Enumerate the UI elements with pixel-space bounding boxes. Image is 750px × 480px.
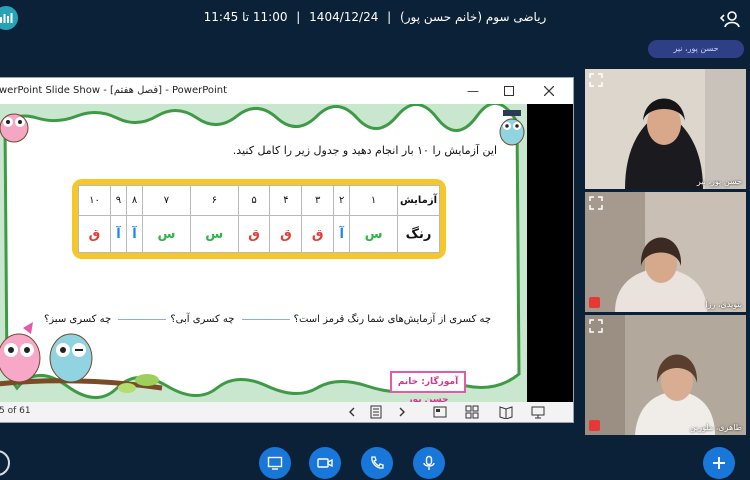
- trial-number: ۱۰: [78, 184, 111, 217]
- camera-button[interactable]: [309, 447, 341, 479]
- maximize-button[interactable]: [491, 78, 527, 104]
- trial-number: ۶: [189, 184, 239, 217]
- table-row-trials: آزمایش ۱ ۲ ۳ ۴ ۵ ۶ ۷ ۸ ۹ ۱۰: [78, 184, 440, 217]
- participant-photo: [585, 315, 746, 435]
- table-header-label: آزمایش: [397, 184, 440, 217]
- result-letter: س: [189, 215, 239, 253]
- previous-slide-button[interactable]: [345, 404, 359, 420]
- screen-share-icon: [267, 456, 283, 470]
- trial-number: ۹: [109, 184, 128, 217]
- microphone-icon: [423, 455, 435, 470]
- slideshow-view-icon[interactable]: [531, 405, 545, 419]
- slide: این آزمایش را ۱۰ بار انجام دهید و جدول ز…: [0, 104, 527, 402]
- screen-share-button[interactable]: [259, 447, 291, 479]
- question-blue: چه کسری آبی؟: [170, 314, 235, 325]
- title-separator-2: |: [296, 10, 301, 24]
- owl-teal-icon: [499, 110, 525, 146]
- participant-photo: [585, 69, 746, 189]
- next-slide-button[interactable]: [395, 404, 409, 420]
- participant-video[interactable]: بنویدی، رزا: [585, 192, 746, 312]
- mic-muted-icon: [589, 297, 600, 308]
- mic-muted-icon: [589, 420, 600, 431]
- trial-number: ۸: [125, 184, 144, 217]
- close-button[interactable]: [531, 78, 567, 104]
- chevron-right-icon: [399, 407, 405, 417]
- participant-photo: [585, 192, 746, 312]
- meeting-subject: ریاضی سوم (خانم حسن پور): [400, 10, 547, 24]
- participant-name: بنویدی، رزا: [705, 300, 742, 309]
- window-title: werPoint Slide Show - [فصل هفتم] - Power…: [0, 85, 228, 96]
- slide-side-panel: [527, 104, 573, 402]
- owls-on-branch-icon: [0, 322, 163, 393]
- maximize-icon: [504, 86, 514, 96]
- trial-number: ۱: [349, 184, 398, 217]
- leave-meeting-button[interactable]: [0, 450, 10, 476]
- meeting-date: 1404/12/24: [309, 10, 379, 24]
- slide-sorter-icon[interactable]: [369, 405, 383, 419]
- owl-pink-icon: [0, 113, 29, 143]
- trial-number: ۲: [333, 184, 351, 217]
- minimize-button[interactable]: —: [455, 78, 491, 104]
- result-letter: ق: [301, 215, 335, 253]
- slide-counter: 5 of 61: [0, 406, 31, 416]
- title-separator: |: [387, 10, 392, 24]
- participant-name: طاهری، ملورین: [689, 423, 742, 432]
- experiment-table: آزمایش ۱ ۲ ۳ ۴ ۵ ۶ ۷ ۸ ۹ ۱۰ رنگ س آ ق ق …: [78, 184, 440, 253]
- call-button[interactable]: [361, 447, 393, 479]
- table-row-label: رنگ: [397, 215, 440, 253]
- participant-video[interactable]: طاهری، ملورین: [585, 315, 746, 435]
- top-bar: ریاضی سوم (خانم حسن پور) | 1404/12/24 | …: [0, 0, 750, 40]
- reading-view-icon[interactable]: [499, 405, 513, 419]
- result-letter: س: [142, 215, 191, 253]
- expand-icon[interactable]: [589, 196, 603, 210]
- result-letter: آ: [125, 215, 144, 253]
- add-button[interactable]: [703, 447, 735, 479]
- close-icon: [544, 86, 554, 96]
- trial-number: ۷: [142, 184, 191, 217]
- trial-number: ۴: [269, 184, 303, 217]
- result-letter: س: [349, 215, 398, 253]
- participant-video[interactable]: حسن پور، نیر: [585, 69, 746, 189]
- participant-name: حسن پور، نیر: [696, 177, 742, 186]
- table-row-colors: رنگ س آ ق ق ق س س آ آ ق: [78, 215, 440, 253]
- active-speaker-chip: حسن پور، نیر: [648, 40, 744, 58]
- phone-icon: [371, 456, 384, 469]
- user-icon[interactable]: [720, 10, 740, 28]
- powerpoint-titlebar: werPoint Slide Show - [فصل هفتم] - Power…: [0, 78, 573, 104]
- meeting-time: 11:00 تا 11:45: [203, 10, 288, 24]
- trial-number: ۳: [301, 184, 335, 217]
- microphone-button[interactable]: [413, 447, 445, 479]
- normal-view-icon[interactable]: [433, 405, 447, 419]
- answer-blank: [241, 318, 290, 320]
- result-letter: آ: [333, 215, 351, 253]
- powerpoint-window: werPoint Slide Show - [فصل هفتم] - Power…: [0, 77, 574, 423]
- slideshow-status-bar: 5 of 61: [0, 402, 573, 422]
- meeting-title: ریاضی سوم (خانم حسن پور) | 1404/12/24 | …: [0, 10, 750, 24]
- result-letter: ق: [78, 215, 111, 253]
- trial-number: ۵: [237, 184, 271, 217]
- expand-icon[interactable]: [589, 319, 603, 333]
- plus-icon: [713, 457, 725, 469]
- grid-view-icon[interactable]: [465, 405, 479, 419]
- question-red: چه کسری از آزمایش‌های شما رنگ قرمز است؟: [293, 314, 491, 325]
- camera-icon: [317, 458, 333, 468]
- teacher-label: آموزگار: خانم حسن پور: [390, 371, 466, 402]
- slide-question: این آزمایش را ۱۰ بار انجام دهید و جدول ز…: [232, 144, 497, 157]
- result-letter: ق: [237, 215, 271, 253]
- result-letter: آ: [109, 215, 128, 253]
- expand-icon[interactable]: [589, 73, 603, 87]
- chevron-left-icon: [349, 407, 355, 417]
- result-letter: ق: [269, 215, 303, 253]
